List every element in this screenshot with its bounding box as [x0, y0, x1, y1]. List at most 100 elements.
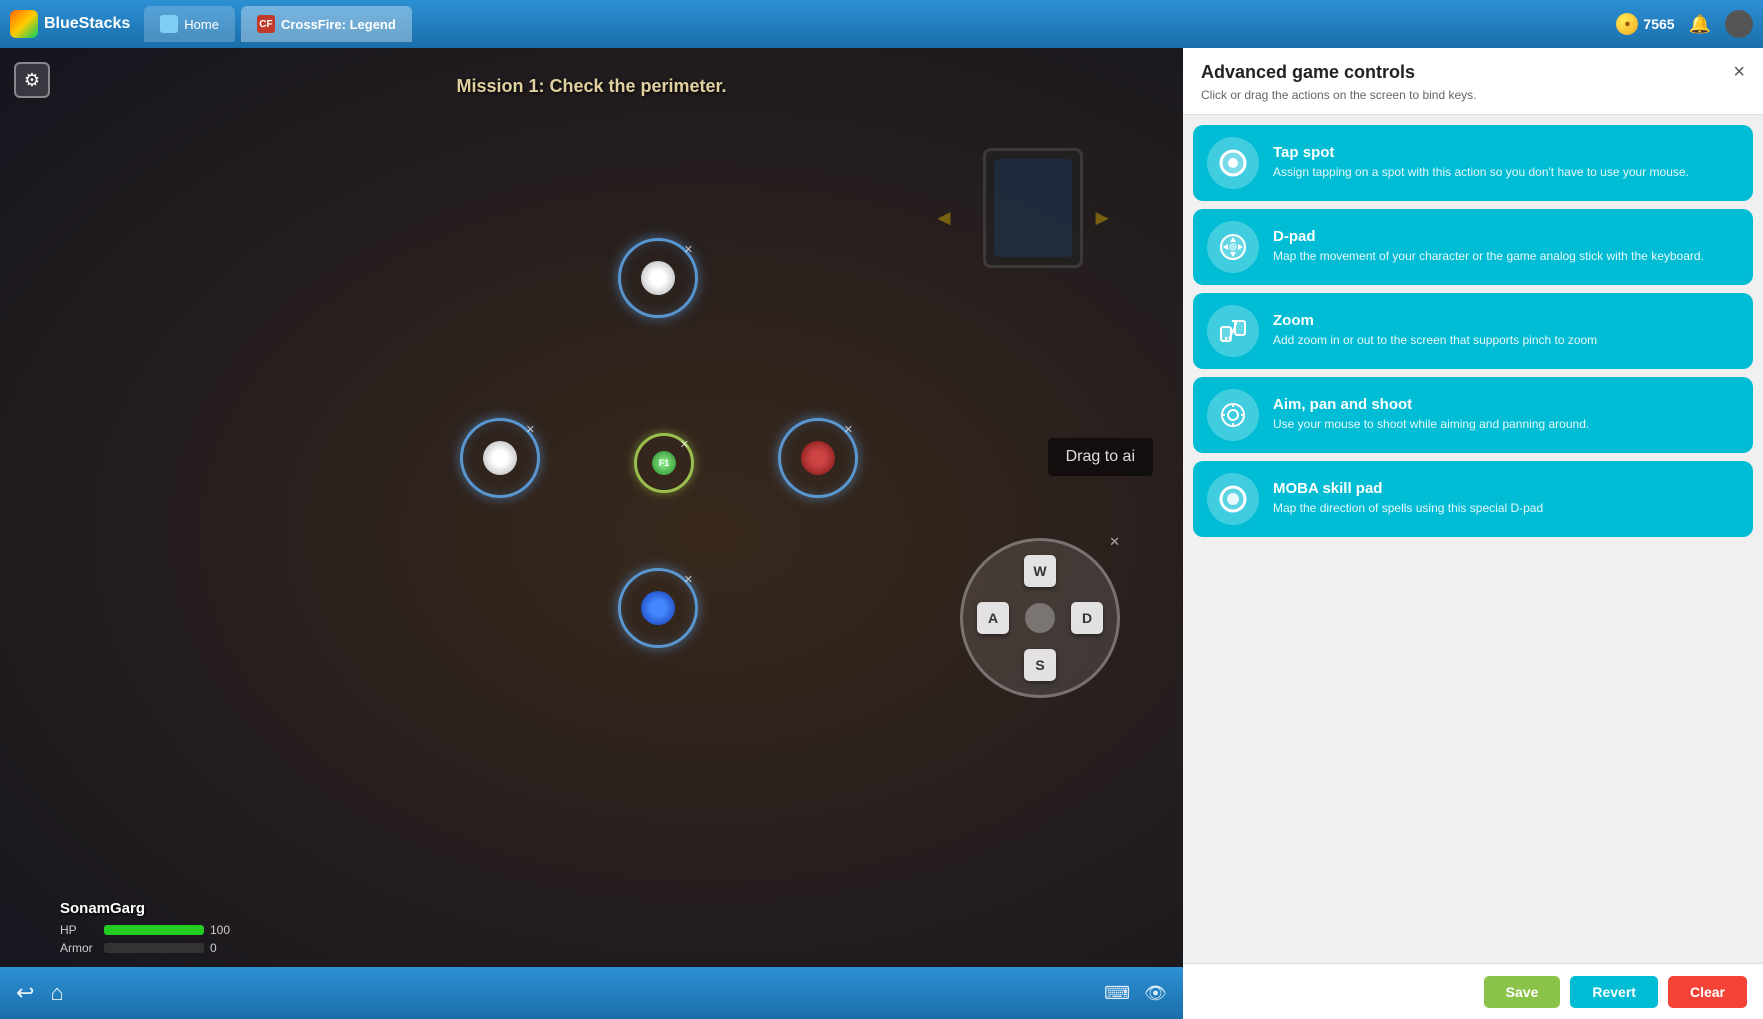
notification-bell-icon[interactable]: 🔔: [1689, 14, 1711, 35]
tap-circle-2[interactable]: ✕: [460, 418, 540, 498]
panel-subtitle: Click or drag the actions on the screen …: [1201, 87, 1476, 104]
tap-spot-icon-wrap: [1207, 137, 1259, 189]
close-tc2-icon[interactable]: ✕: [526, 423, 535, 436]
wasd-outer: W A D S: [960, 538, 1120, 698]
moba-title: MOBA skill pad: [1273, 480, 1739, 497]
tap-circle-5[interactable]: ✕: [618, 568, 698, 648]
close-tc3-icon[interactable]: ✕: [680, 438, 689, 451]
phone-illustration: ◄ ►: [923, 148, 1123, 288]
zoom-desc: Add zoom in or out to the screen that su…: [1273, 332, 1739, 349]
main-layout: ⚙ Mission 1: Check the perimeter. ◄ ► ✕ …: [0, 48, 1763, 1019]
coin-icon: ●: [1616, 13, 1638, 35]
ctrl-card-tap-spot[interactable]: Tap spot Assign tapping on a spot with t…: [1193, 125, 1753, 201]
game-icon: CF: [257, 15, 275, 33]
panel-close-icon[interactable]: ×: [1733, 62, 1745, 82]
tap-circle-1-inner: [641, 261, 675, 295]
close-tc1-icon[interactable]: ✕: [684, 243, 693, 256]
save-button[interactable]: Save: [1484, 976, 1561, 1008]
dpad-icon-wrap: [1207, 221, 1259, 273]
drag-to-aim-banner: Drag to ai: [1048, 438, 1153, 476]
settings-gear-icon[interactable]: ⚙: [14, 62, 50, 98]
dpad-icon: [1219, 233, 1247, 261]
key-s: S: [1024, 649, 1056, 681]
advanced-controls-panel: Advanced game controls Click or drag the…: [1183, 48, 1763, 1019]
panel-footer: Save Revert Clear: [1183, 963, 1763, 1019]
controls-list: Tap spot Assign tapping on a spot with t…: [1183, 115, 1763, 963]
zoom-icon-wrap: [1207, 305, 1259, 357]
key-d: D: [1071, 602, 1103, 634]
view-icon[interactable]: 👁: [1144, 983, 1167, 1004]
tap-spot-text: Tap spot Assign tapping on a spot with t…: [1273, 144, 1739, 181]
player-name: SonamGarg: [60, 900, 230, 917]
topbar-right: ● 7565 🔔: [1616, 10, 1753, 38]
player-info: SonamGarg HP 100 Armor 0: [60, 900, 230, 959]
brand-logo: BlueStacks: [10, 10, 130, 38]
armor-row: Armor 0: [60, 941, 230, 955]
armor-label: Armor: [60, 941, 98, 955]
bluestacks-icon: [10, 10, 38, 38]
hp-value: 100: [210, 923, 230, 937]
phone-screen: [994, 159, 1072, 257]
home-bottom-icon[interactable]: ⌂: [50, 980, 63, 1006]
moba-icon: [1219, 485, 1247, 513]
mission-text: Mission 1: Check the perimeter.: [456, 76, 726, 97]
arrow-right-icon: ►: [1091, 205, 1113, 231]
moba-text: MOBA skill pad Map the direction of spel…: [1273, 480, 1739, 517]
bottom-bar: ↩ ⌂ ⌨ 👁: [0, 967, 1183, 1019]
ctrl-card-aim[interactable]: Aim, pan and shoot Use your mouse to sho…: [1193, 377, 1753, 453]
tc3-label: F1: [659, 458, 670, 468]
avatar[interactable]: [1725, 10, 1753, 38]
aim-text: Aim, pan and shoot Use your mouse to sho…: [1273, 396, 1739, 433]
dpad-desc: Map the movement of your character or th…: [1273, 248, 1739, 265]
moba-icon-wrap: [1207, 473, 1259, 525]
tab-game[interactable]: CF CrossFire: Legend: [241, 6, 412, 42]
wasd-pad[interactable]: ✕ W A D S: [960, 538, 1120, 698]
close-wasd-icon[interactable]: ✕: [1109, 534, 1120, 550]
tap-circle-3[interactable]: F1 ✕: [634, 433, 694, 493]
coins-value: 7565: [1643, 16, 1674, 32]
zoom-text: Zoom Add zoom in or out to the screen th…: [1273, 312, 1739, 349]
back-icon[interactable]: ↩: [16, 980, 34, 1006]
tap-circle-4[interactable]: ✕: [778, 418, 858, 498]
zoom-icon: [1219, 317, 1247, 345]
close-tc4-icon[interactable]: ✕: [844, 423, 853, 436]
hp-fill: [104, 925, 204, 935]
topbar: BlueStacks Home CF CrossFire: Legend ● 7…: [0, 0, 1763, 48]
aim-icon: [1219, 401, 1247, 429]
ctrl-card-moba[interactable]: MOBA skill pad Map the direction of spel…: [1193, 461, 1753, 537]
arrow-left-icon: ◄: [933, 205, 955, 231]
revert-button[interactable]: Revert: [1570, 976, 1658, 1008]
phone-body: [983, 148, 1083, 268]
dpad-text: D-pad Map the movement of your character…: [1273, 228, 1739, 265]
key-a: A: [977, 602, 1009, 634]
tap-circle-1[interactable]: ✕: [618, 238, 698, 318]
aim-desc: Use your mouse to shoot while aiming and…: [1273, 416, 1739, 433]
clear-button[interactable]: Clear: [1668, 976, 1747, 1008]
panel-header: Advanced game controls Click or drag the…: [1183, 48, 1763, 115]
keyboard-grid-icon[interactable]: ⌨: [1104, 983, 1130, 1004]
tap-circle-5-inner: [641, 591, 675, 625]
tap-circle-4-inner: [801, 441, 835, 475]
tab-home-label: Home: [184, 17, 219, 32]
ctrl-card-dpad[interactable]: D-pad Map the movement of your character…: [1193, 209, 1753, 285]
bottom-right-controls: ⌨ 👁: [1104, 983, 1167, 1004]
hp-row: HP 100: [60, 923, 230, 937]
hp-bar: [104, 925, 204, 935]
game-area: ⚙ Mission 1: Check the perimeter. ◄ ► ✕ …: [0, 48, 1183, 1019]
ctrl-card-zoom[interactable]: Zoom Add zoom in or out to the screen th…: [1193, 293, 1753, 369]
wasd-center: [1025, 603, 1055, 633]
brand-name: BlueStacks: [44, 15, 130, 33]
tap-spot-icon: [1219, 149, 1247, 177]
hp-label: HP: [60, 923, 98, 937]
tab-home[interactable]: Home: [144, 6, 235, 42]
aim-icon-wrap: [1207, 389, 1259, 441]
close-tc5-icon[interactable]: ✕: [684, 573, 693, 586]
drag-banner-text: Drag to ai: [1066, 448, 1135, 465]
dpad-title: D-pad: [1273, 228, 1739, 245]
coins-display: ● 7565: [1616, 13, 1674, 35]
panel-title: Advanced game controls: [1201, 62, 1476, 83]
moba-desc: Map the direction of spells using this s…: [1273, 500, 1739, 517]
home-icon: [160, 15, 178, 33]
key-w: W: [1024, 555, 1056, 587]
tap-spot-title: Tap spot: [1273, 144, 1739, 161]
